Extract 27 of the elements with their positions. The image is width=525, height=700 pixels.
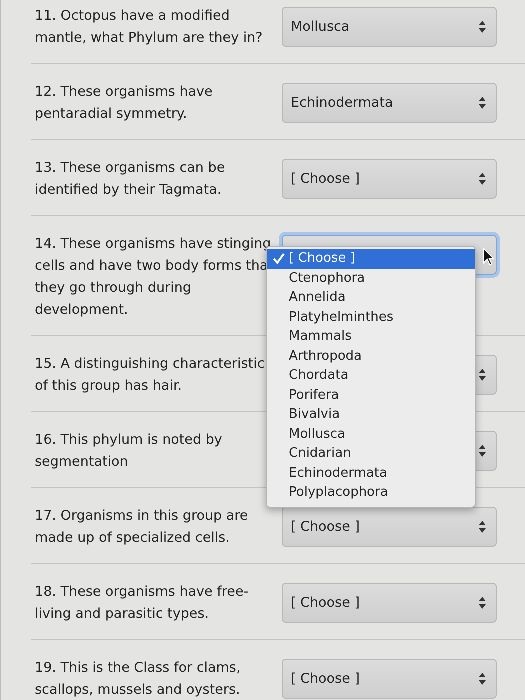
menu-option[interactable]: Polyplacophora: [267, 483, 475, 502]
answer-dropdown[interactable]: Mollusca: [282, 7, 497, 47]
question-text: 15. A distinguishing characteristic of this group has hair.: [35, 355, 266, 396]
menu-option[interactable]: Cnidarian: [267, 444, 475, 464]
menu-option[interactable]: Mollusca: [267, 424, 475, 444]
question-text: 16. This phylum is noted by segmentation: [35, 431, 224, 472]
question-text: 13. These organisms can be identified by their Tagmata.: [35, 159, 226, 200]
menu-option[interactable]: [ Choose ]: [267, 249, 475, 268]
menu-option[interactable]: Arthropoda: [267, 346, 475, 366]
question-text: 19. This is the Class for clams, scallops, mussels and oysters.: [35, 659, 242, 700]
menu-option[interactable]: Echinodermata: [267, 464, 475, 483]
menu-option[interactable]: Bivalvia: [267, 405, 475, 424]
menu-option[interactable]: Annelida: [267, 288, 475, 308]
menu-option[interactable]: Porifera: [267, 386, 475, 405]
menu-option[interactable]: Platyhelminthes: [267, 308, 475, 327]
question-text: 18. These organisms have free- living and parasitic types.: [35, 583, 250, 624]
question-text: 11. Octopus have a modified mantle, what Phylum are they in?: [35, 7, 264, 48]
answer-dropdown[interactable]: [ Choose ]: [282, 159, 497, 199]
menu-option[interactable]: Ctenophora: [267, 268, 475, 288]
answer-dropdown[interactable]: [ Choose ]: [282, 507, 497, 547]
question-text: 12. These organisms have pentaradial symmetry.: [35, 83, 214, 124]
menu-option[interactable]: Chordata: [267, 366, 475, 386]
answer-dropdown[interactable]: [ Choose ]: [282, 583, 497, 623]
answer-dropdown[interactable]: Echinodermata: [282, 83, 497, 123]
menu-option[interactable]: Mammals: [267, 327, 475, 346]
question-text: 17. Organisms in this group are made up of specialized cells.: [35, 507, 250, 548]
answer-dropdown[interactable]: [ Choose ]: [282, 659, 497, 699]
